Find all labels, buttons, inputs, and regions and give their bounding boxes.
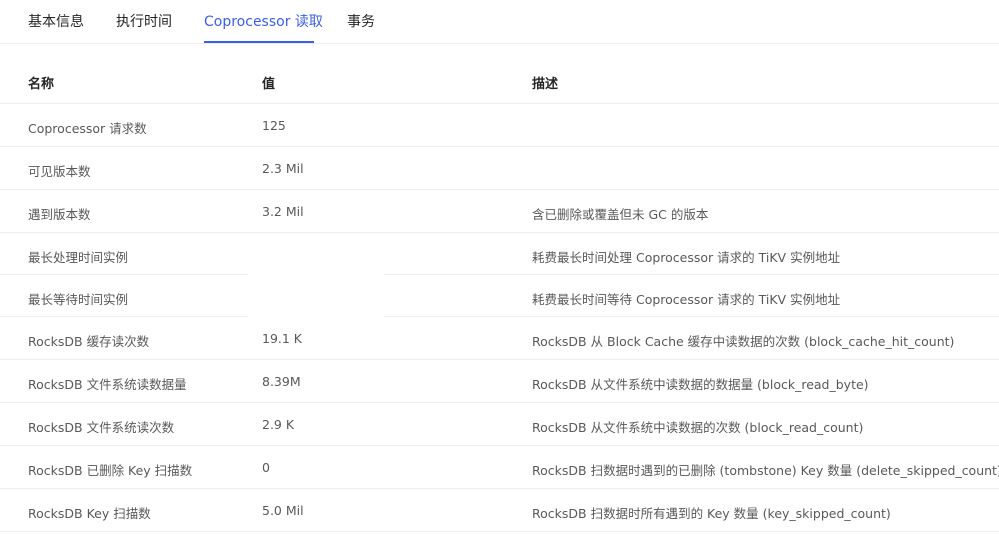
row-name: 最长等待时间实例: [28, 292, 129, 307]
table-row: RocksDB 文件系统读数据量 8.39M RocksDB 从文件系统中读数据…: [0, 360, 999, 403]
column-header-description[interactable]: 描述: [532, 73, 558, 92]
row-description: 耗费最长时间处理 Coprocessor 请求的 TiKV 实例地址: [532, 250, 841, 265]
row-name: 遇到版本数: [28, 207, 91, 222]
column-header-value[interactable]: 值: [262, 73, 275, 92]
row-description: RocksDB 扫数据时所有遇到的 Key 数量 (key_skipped_co…: [532, 506, 891, 521]
row-name: RocksDB Key 扫描数: [28, 506, 151, 521]
table-row: 最长处理时间实例 耗费最长时间处理 Coprocessor 请求的 TiKV 实…: [0, 233, 999, 275]
active-tab-indicator: [204, 41, 314, 43]
row-description: 含已删除或覆盖但未 GC 的版本: [532, 207, 709, 222]
row-value: 19.1 K: [262, 331, 303, 346]
table-row: RocksDB 文件系统读次数 2.9 K RocksDB 从文件系统中读数据的…: [0, 403, 999, 446]
table-header-row: 名称 值 描述: [0, 60, 999, 104]
row-description: RocksDB 扫数据时遇到的已删除 (tombstone) Key 数量 (d…: [532, 463, 999, 478]
table-row: 遇到版本数 3.2 Mil 含已删除或覆盖但未 GC 的版本: [0, 190, 999, 233]
row-description: RocksDB 从文件系统中读数据的次数 (block_read_count): [532, 420, 864, 435]
tab-execution-time[interactable]: 执行时间: [116, 11, 172, 31]
table-row: 可见版本数 2.3 Mil: [0, 147, 999, 190]
row-name: Coprocessor 请求数: [28, 121, 147, 136]
row-name: RocksDB 缓存读次数: [28, 334, 150, 349]
table-row: 最长等待时间实例 耗费最长时间等待 Coprocessor 请求的 TiKV 实…: [0, 275, 999, 317]
tab-bar: 基本信息 执行时间 Coprocessor 读取 事务: [0, 0, 999, 44]
table-row: RocksDB 缓存读次数 19.1 K RocksDB 从 Block Cac…: [0, 317, 999, 360]
table-row: RocksDB 已删除 Key 扫描数 0 RocksDB 扫数据时遇到的已删除…: [0, 446, 999, 489]
row-description: 耗费最长时间等待 Coprocessor 请求的 TiKV 实例地址: [532, 292, 841, 307]
row-name: 最长处理时间实例: [28, 250, 129, 265]
row-name: 可见版本数: [28, 164, 91, 179]
row-name: RocksDB 文件系统读次数: [28, 420, 175, 435]
table-row: Coprocessor 请求数 125: [0, 104, 999, 147]
row-description: RocksDB 从文件系统中读数据的数据量 (block_read_byte): [532, 377, 869, 392]
row-description: RocksDB 从 Block Cache 缓存中读数据的次数 (block_c…: [532, 334, 955, 349]
column-header-name[interactable]: 名称: [28, 73, 54, 92]
row-value: 2.3 Mil: [262, 161, 304, 176]
table-row: RocksDB Key 扫描数 5.0 Mil RocksDB 扫数据时所有遇到…: [0, 489, 999, 532]
tab-basic-info[interactable]: 基本信息: [28, 11, 84, 31]
details-table: 名称 值 描述 Coprocessor 请求数 125 可见版本数 2.3 Mi…: [0, 60, 999, 532]
row-name: RocksDB 文件系统读数据量: [28, 377, 187, 392]
row-value: 125: [262, 118, 286, 133]
tab-transaction[interactable]: 事务: [347, 11, 375, 31]
row-value: 3.2 Mil: [262, 204, 304, 219]
row-name: RocksDB 已删除 Key 扫描数: [28, 463, 193, 478]
row-value: 0: [262, 460, 270, 475]
row-value: 2.9 K: [262, 417, 295, 432]
row-value: 5.0 Mil: [262, 503, 304, 518]
row-value: 8.39M: [262, 374, 301, 389]
tab-coprocessor-read[interactable]: Coprocessor 读取: [204, 11, 323, 31]
